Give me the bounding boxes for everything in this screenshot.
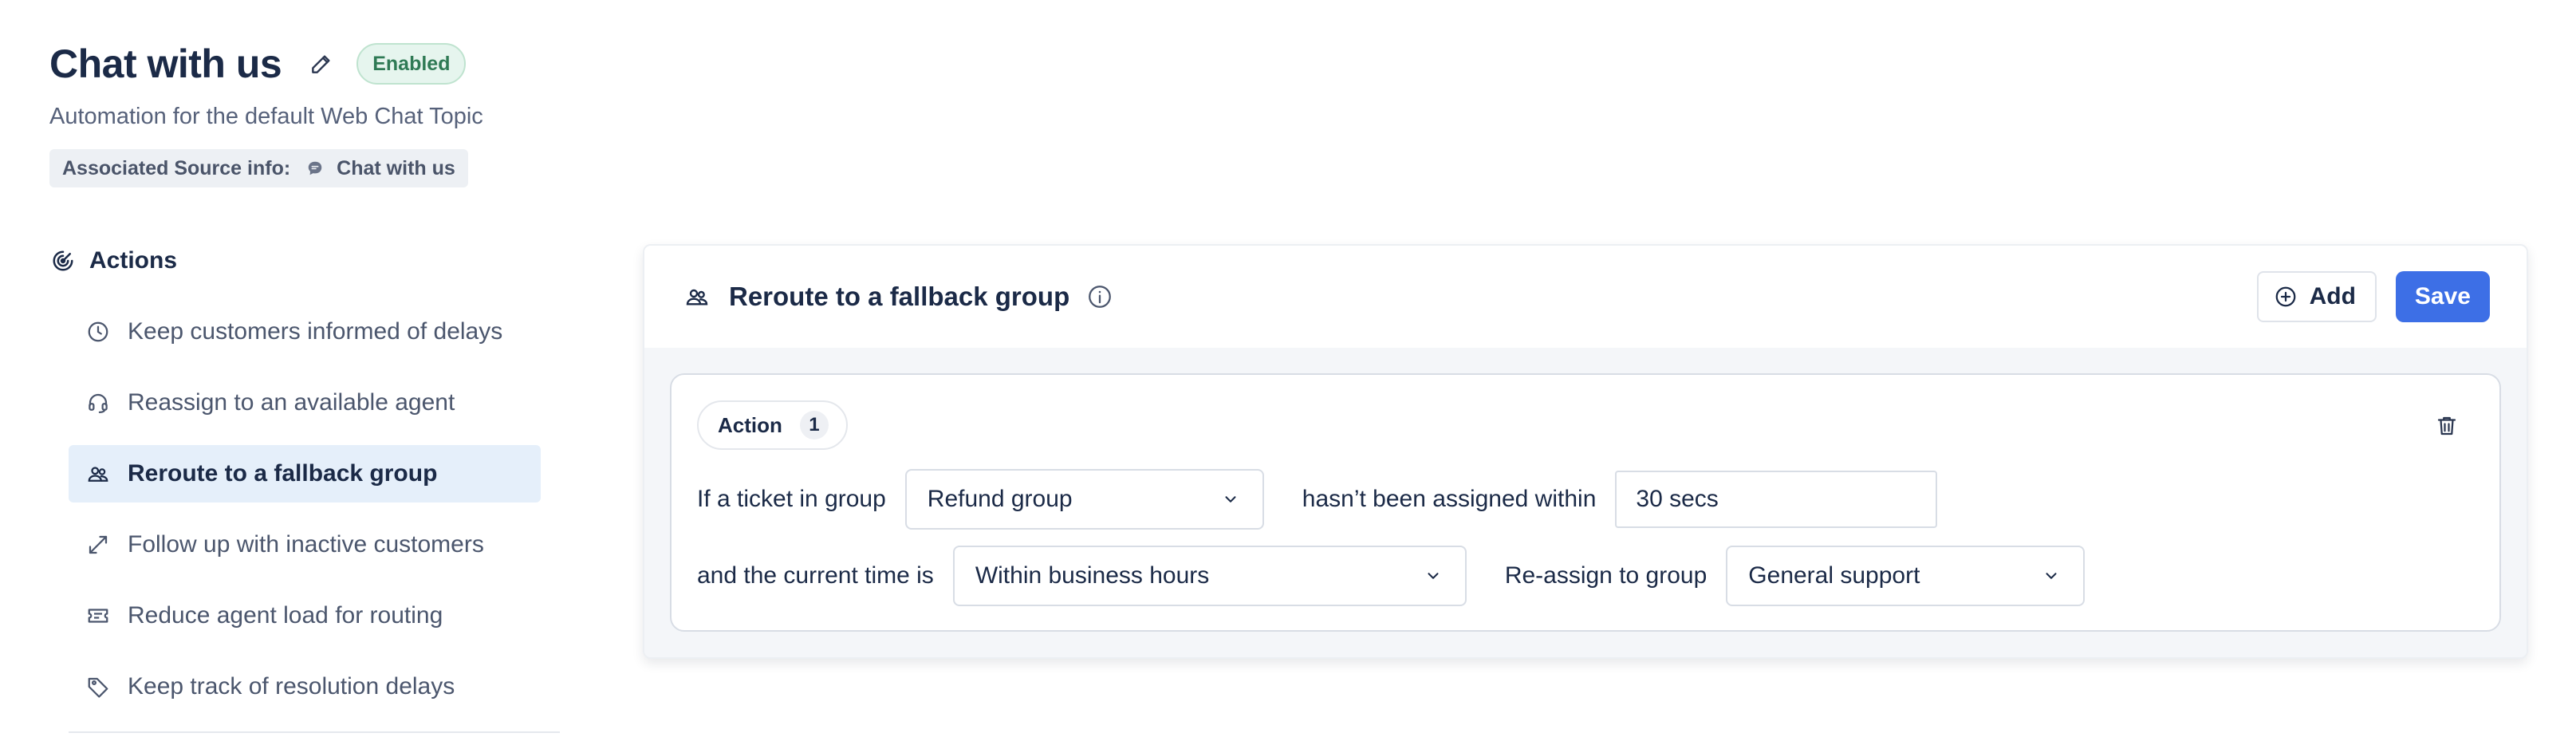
info-icon[interactable]: [1085, 282, 1114, 311]
sidebar-item-label: Reassign to an available agent: [128, 389, 455, 416]
group-select[interactable]: Refund group: [904, 469, 1264, 530]
chevron-down-icon: [1219, 488, 1242, 510]
reassign-group-select[interactable]: General support: [1726, 546, 2086, 606]
condition-time-label: hasn’t been assigned within: [1302, 486, 1597, 512]
chat-bubble-icon: [305, 158, 325, 179]
action-pill-label: Action: [718, 412, 782, 437]
sidebar-item-reassign-agent[interactable]: Reassign to an available agent: [69, 374, 541, 432]
pencil-icon[interactable]: [305, 48, 337, 80]
save-button[interactable]: Save: [2395, 271, 2490, 322]
source-info-chip: Associated Source info: Chat with us: [49, 149, 468, 187]
duration-input[interactable]: [1615, 471, 1938, 528]
page-subtitle: Automation for the default Web Chat Topi…: [49, 104, 483, 129]
add-button-label: Add: [2309, 283, 2356, 309]
chevron-down-icon: [2040, 565, 2062, 587]
sidebar-divider: [69, 731, 560, 733]
condition-row-2: and the current time is Within business …: [697, 546, 2086, 606]
actions-sidebar: Actions Keep customers informed of delay…: [49, 239, 560, 733]
sidebar-item-label: Keep customers informed of delays: [128, 318, 503, 345]
group-select-value: Refund group: [927, 486, 1073, 512]
tag-icon: [85, 673, 112, 700]
ticket-icon: [85, 602, 112, 629]
card-title: Reroute to a fallback group: [729, 282, 1070, 311]
source-info-value[interactable]: Chat with us: [337, 157, 455, 180]
sidebar-item-follow-up-inactive[interactable]: Follow up with inactive customers: [69, 516, 541, 573]
sidebar-item-label: Keep track of resolution delays: [128, 673, 455, 700]
trash-icon[interactable]: [2432, 412, 2461, 440]
headset-icon: [85, 389, 112, 416]
target-icon: [49, 247, 77, 274]
card-body: Action 1 If a ticket in group Refund gro…: [644, 348, 2527, 657]
plus-circle-icon: [2273, 284, 2298, 309]
sidebar-item-label: Reduce agent load for routing: [128, 602, 443, 629]
sidebar-heading: Actions: [49, 239, 541, 282]
page-title: Chat with us: [49, 41, 282, 86]
action-editor-card: Reroute to a fallback group Add Save Act…: [643, 244, 2528, 659]
status-badge: Enabled: [356, 43, 467, 85]
reassign-group-value: General support: [1748, 562, 1920, 589]
sidebar-list: Keep customers informed of delays Reassi…: [69, 303, 541, 715]
sidebar-item-reduce-agent-load[interactable]: Reduce agent load for routing: [69, 587, 541, 644]
action-block: Action 1 If a ticket in group Refund gro…: [670, 373, 2501, 632]
add-button[interactable]: Add: [2256, 271, 2377, 322]
sidebar-heading-label: Actions: [89, 247, 178, 274]
group-icon: [683, 282, 711, 311]
condition-row-1: If a ticket in group Refund group hasn’t…: [697, 469, 1938, 530]
business-hours-value: Within business hours: [975, 562, 1210, 589]
card-header: Reroute to a fallback group Add Save: [644, 246, 2527, 348]
chevron-down-icon: [1422, 565, 1444, 587]
reassign-label: Re-assign to group: [1504, 562, 1707, 589]
title-row: Chat with us Enabled: [49, 40, 483, 88]
source-info-label: Associated Source info:: [62, 156, 291, 179]
arrows-icon: [85, 531, 112, 558]
action-count-badge: 1: [799, 411, 829, 439]
condition-group-label: If a ticket in group: [697, 486, 886, 512]
action-pill: Action 1: [697, 400, 848, 450]
sidebar-item-reroute-fallback[interactable]: Reroute to a fallback group: [69, 445, 541, 503]
business-hours-select[interactable]: Within business hours: [952, 546, 1467, 606]
sidebar-item-label: Reroute to a fallback group: [128, 460, 438, 487]
sidebar-item-track-resolution[interactable]: Keep track of resolution delays: [69, 658, 541, 715]
page-header: Chat with us Enabled Automation for the …: [49, 40, 483, 187]
clock-icon: [85, 318, 112, 345]
sidebar-item-label: Follow up with inactive customers: [128, 531, 484, 558]
current-time-label: and the current time is: [697, 562, 934, 589]
group-icon: [85, 460, 112, 487]
sidebar-item-keep-customers-informed[interactable]: Keep customers informed of delays: [69, 303, 541, 361]
